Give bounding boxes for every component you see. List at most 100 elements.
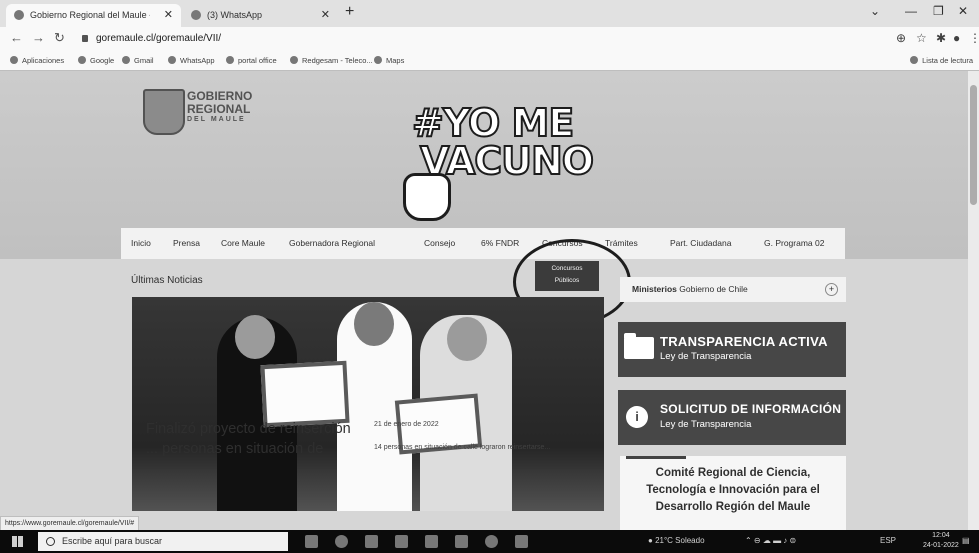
close-tab-icon[interactable]: ✕ [164,4,173,27]
person-head [354,302,394,346]
nav-consejo[interactable]: Consejo [424,228,455,259]
profile-avatar[interactable]: ● [953,31,960,45]
excel-icon[interactable] [455,535,468,548]
bookmark-gmail[interactable]: Gmail [122,56,154,65]
windows-taskbar: Escribe aquí para buscar ● 21°C Soleado … [0,530,979,553]
info-icon: i [626,406,648,428]
redgesam-icon [290,56,298,64]
web-page: GOBIERNO REGIONAL DEL MAULE #YO ME VACUN… [0,71,979,530]
bookmark-maps[interactable]: Maps [374,56,404,65]
tab-search-icon[interactable]: ⌄ [870,4,880,18]
bookmark-portal-office[interactable]: portal office [226,56,277,65]
coat-of-arms-icon [143,89,185,135]
nav-6-fndr[interactable]: 6% FNDR [481,228,519,259]
reading-list[interactable]: Lista de lectura [910,56,973,65]
taskbar-search-box[interactable]: Escribe aquí para buscar [38,532,288,551]
solicitud-informacion-card[interactable]: i SOLICITUD DE INFORMACIÓN Ley de Transp… [618,390,846,445]
address-bar[interactable]: goremaule.cl/goremaule/VII/ [82,29,882,49]
mail-icon[interactable] [425,535,438,548]
nav-part-ciudadana[interactable]: Part. Ciudadana [670,228,731,259]
lock-icon [82,35,88,42]
back-icon[interactable]: ← [10,30,23,45]
system-tray-icons[interactable]: ⌃ ⊖ ☁ ▬ ♪ ⊜ [745,536,796,545]
person-head [235,315,275,359]
accent-bar [626,456,686,459]
input-language[interactable]: ESP [880,536,896,545]
app-icon[interactable] [515,535,528,548]
nav-prensa[interactable]: Prensa [173,228,200,259]
folder-icon [624,333,654,359]
bookmark-star-icon[interactable]: ☆ [916,31,927,45]
hand-gesture-icon [403,173,451,221]
store-icon[interactable] [395,535,408,548]
weather-text: 21°C Soleado [655,536,705,545]
news-headline[interactable]: Finalizó proyecto de reinserción ... per… [146,419,356,459]
logo-subtext: DEL MAULE [187,116,246,123]
transparencia-activa-card[interactable]: TRANSPARENCIA ACTIVA Ley de Transparenci… [618,322,846,377]
person-head [447,317,487,361]
vaccination-campaign-banner: #YO ME VACUNO [398,100,595,241]
url-text: goremaule.cl/goremaule/VII/ [96,33,222,44]
card-title: SOLICITUD DE INFORMACIÓN [660,402,842,416]
logo-text: REGIONAL [187,102,251,116]
logo-text: GOBIERNO [187,89,253,103]
bookmarks-bar: Aplicaciones Google Gmail WhatsApp porta… [0,51,979,71]
google-icon [78,56,86,64]
taskbar-clock[interactable]: 12:04 24-01-2022 [923,531,959,551]
chrome-icon[interactable] [485,535,498,548]
card-subtitle: Ley de Transparencia [660,419,752,430]
main-navigation: Inicio Prensa Core Maule Gobernadora Reg… [121,228,845,259]
clock-date: 24-01-2022 [923,542,959,549]
bookmark-redgesam[interactable]: Redgesam - Teleco... [290,56,373,65]
bookmark-apps[interactable]: Aplicaciones [10,56,64,65]
tab-title: (3) WhatsApp [207,10,263,20]
comite-regional-card[interactable]: Comité Regional de Ciencia, Tecnología e… [620,456,846,530]
gobierno-regional-logo[interactable]: GOBIERNO REGIONAL DEL MAULE [143,89,255,135]
bookmark-whatsapp[interactable]: WhatsApp [168,56,215,65]
nav-g-programa[interactable]: G. Programa 02 [764,228,824,259]
maximize-icon[interactable]: ❐ [933,4,944,18]
reload-icon[interactable]: ↻ [54,30,65,46]
minimize-icon[interactable]: — [905,4,917,18]
clock-time: 12:04 [932,532,950,539]
tab-goremaule[interactable]: Gobierno Regional del Maule - I ✕ [6,4,181,27]
maps-pin-icon [374,56,382,64]
ministerios-dropdown[interactable]: Ministerios Gobierno de Chile + [620,277,846,302]
share-icon[interactable]: ⊕ [896,31,906,45]
site-favicon-icon [14,10,24,20]
edge-icon[interactable] [335,535,348,548]
news-date: 21 de enero de 2022 [374,421,439,428]
tab-whatsapp[interactable]: (3) WhatsApp ✕ [183,4,338,27]
news-hero-photo[interactable] [132,297,604,511]
card-subtitle: Ley de Transparencia [660,351,752,362]
search-placeholder: Escribe aquí para buscar [62,536,163,546]
notifications-icon[interactable]: ▤ [962,536,970,545]
nav-gobernadora-regional[interactable]: Gobernadora Regional [289,228,375,259]
ministerios-label: Ministerios [632,284,677,294]
news-section-title: Últimas Noticias [131,275,203,286]
nav-inicio[interactable]: Inicio [131,228,151,259]
menu-icon[interactable]: ⋮ [969,31,979,45]
browser-toolbar: ← → ↻ goremaule.cl/goremaule/VII/ ⊕ ☆ ✱ … [0,27,979,51]
close-tab-icon[interactable]: ✕ [321,4,330,27]
reading-list-icon [910,56,919,64]
extensions-icon[interactable]: ✱ [936,31,946,45]
search-icon [46,537,55,546]
windows-start-icon[interactable] [12,536,23,547]
task-view-icon[interactable] [305,535,318,548]
browser-tabbar: Gobierno Regional del Maule - I ✕ (3) Wh… [0,0,979,27]
bookmark-google[interactable]: Google [78,56,114,65]
expand-plus-icon[interactable]: + [825,283,838,296]
nav-core-maule[interactable]: Core Maule [221,228,265,259]
gmail-icon [122,56,130,64]
forward-icon[interactable]: → [32,30,45,45]
weather-widget[interactable]: ● 21°C Soleado [648,536,705,545]
close-window-icon[interactable]: ✕ [958,4,968,18]
office-icon [226,56,234,64]
scrollbar-thumb[interactable] [970,85,977,205]
ministerios-sublabel: Gobierno de Chile [679,284,748,294]
news-excerpt: 14 personas en situación de calle lograr… [374,444,551,451]
file-explorer-icon[interactable] [365,535,378,548]
page-scrollbar[interactable] [968,71,979,530]
new-tab-icon[interactable]: + [345,3,354,21]
